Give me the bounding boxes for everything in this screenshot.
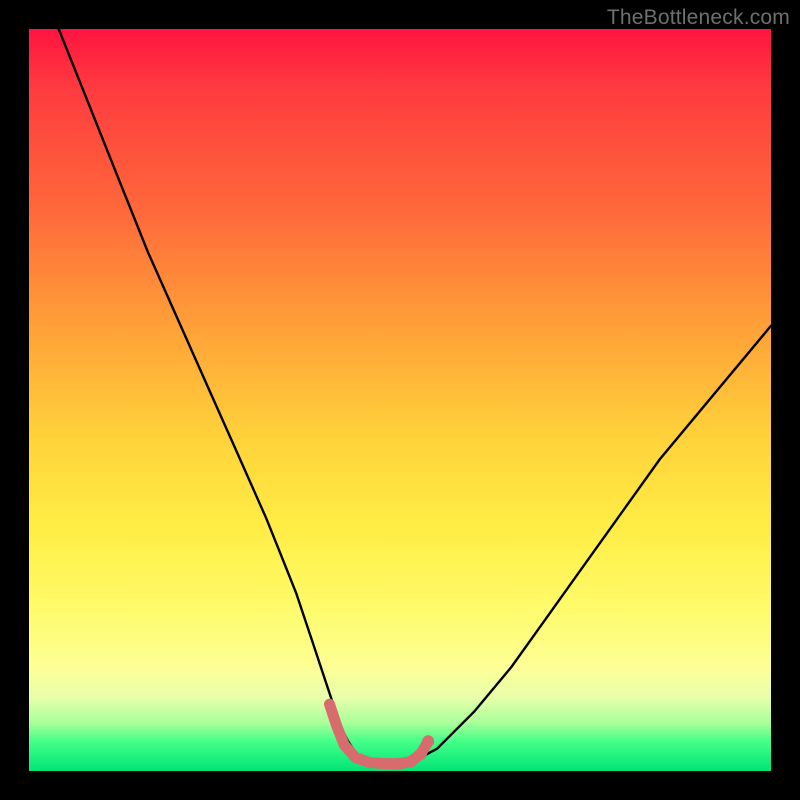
bottleneck-curve-path (59, 29, 771, 764)
valley-marker-dot (422, 735, 434, 747)
bottleneck-curve (59, 29, 771, 764)
valley-marker-dot (415, 748, 427, 760)
valley-marker-dot (325, 699, 335, 709)
valley-marker-dot (394, 758, 406, 770)
chart-frame: TheBottleneck.com (0, 0, 800, 800)
valley-marker-dot (339, 740, 349, 750)
valley-marker-dot (351, 753, 361, 763)
valley-markers (325, 699, 435, 769)
curve-layer (29, 29, 771, 771)
valley-marker-stroke (330, 704, 429, 763)
valley-marker-dot (405, 755, 417, 767)
valley-marker-dot (380, 759, 390, 769)
valley-marker-dot (365, 758, 375, 768)
plot-area (29, 29, 771, 771)
valley-marker-dot (332, 722, 342, 732)
watermark-text: TheBottleneck.com (607, 6, 790, 30)
